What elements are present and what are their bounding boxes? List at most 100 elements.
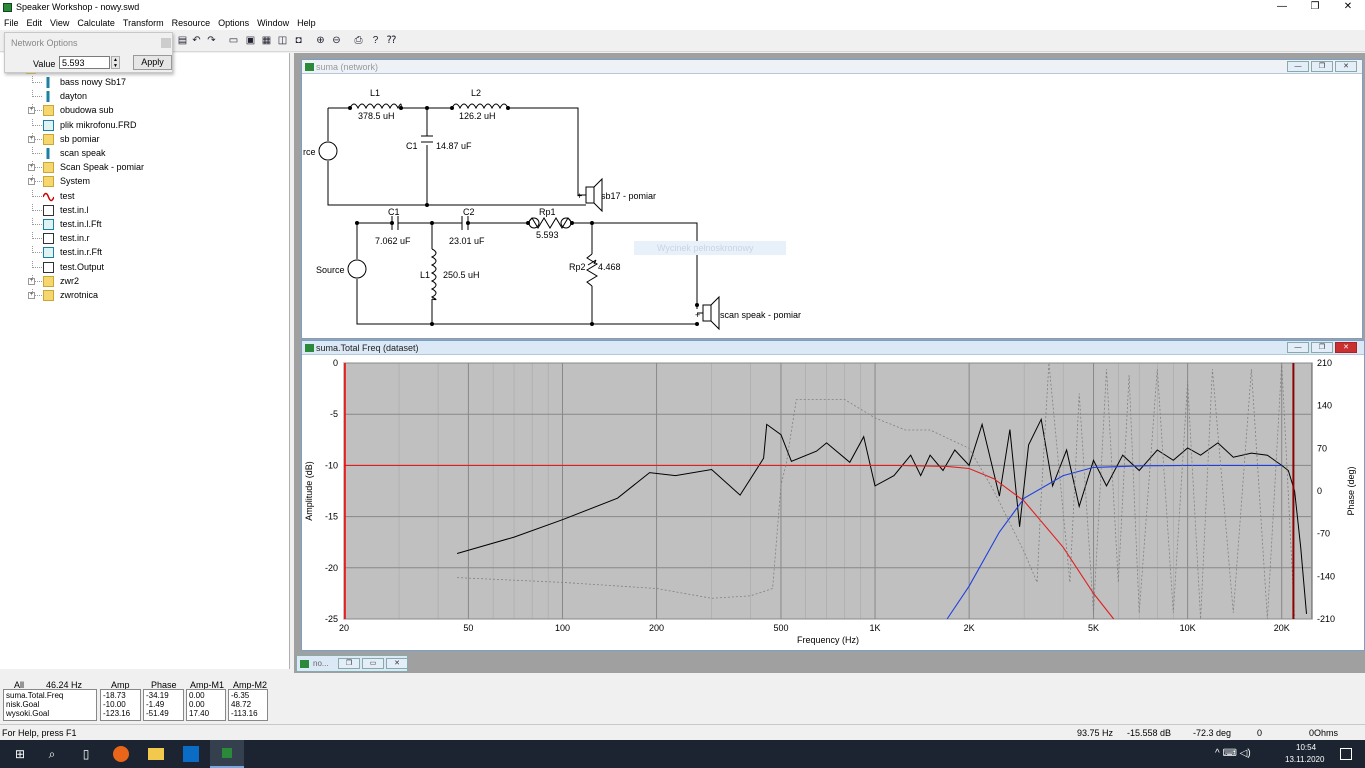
rp2-value: 4.468 xyxy=(598,262,621,272)
value-spinner[interactable]: ▲ ▼ xyxy=(111,56,120,69)
maximize-button[interactable]: ❐ xyxy=(1300,0,1330,15)
tree-item[interactable]: + zwr2 xyxy=(0,274,290,289)
open-icon[interactable]: ▭ xyxy=(227,34,240,47)
y-tick-label: -15 xyxy=(325,512,338,522)
tree-item[interactable]: test.in.l.Fft xyxy=(0,218,290,232)
tree-connector xyxy=(32,189,42,197)
firefox-icon[interactable] xyxy=(113,746,129,762)
minimized-window[interactable]: no... ❐ ▭ ✕ xyxy=(296,655,408,672)
menu-window[interactable]: Window xyxy=(253,16,293,30)
l1-top-value: 378.5 uH xyxy=(358,111,395,121)
undo-icon[interactable]: ↶ xyxy=(190,34,203,47)
tree-item[interactable]: test.Output xyxy=(0,260,290,275)
x-tick-label: 100 xyxy=(555,623,570,633)
network-minimize-button[interactable]: — xyxy=(1287,61,1309,72)
windows-start-icon[interactable]: ⊞ xyxy=(12,746,28,762)
frequency-window[interactable]: suma.Total Freq (dataset) — ❐ ✕ 20 50 100 2… xyxy=(301,340,1365,651)
readout-value: -18.73 xyxy=(103,691,126,700)
value-input[interactable] xyxy=(59,56,110,69)
menu-view[interactable]: View xyxy=(46,16,73,30)
expand-toggle[interactable]: + xyxy=(28,164,35,172)
expand-toggle[interactable]: + xyxy=(28,292,35,299)
y2-tick-label: 70 xyxy=(1317,443,1327,453)
clock-time[interactable]: 10:54 xyxy=(1296,743,1316,752)
freq-close-button[interactable]: ✕ xyxy=(1335,342,1357,353)
menu-resource[interactable]: Resource xyxy=(168,16,215,30)
tree-item[interactable]: + Scan Speak - pomiar xyxy=(0,161,290,175)
apply-button[interactable]: Apply xyxy=(133,55,172,70)
network-window[interactable]: suma (network) — ❐ ✕ L1 378.5 uH L2 126.… xyxy=(301,59,1363,339)
minimized-close-button[interactable]: ✕ xyxy=(386,658,408,669)
tree-item[interactable]: test xyxy=(0,189,290,204)
close-button[interactable]: ✕ xyxy=(1333,0,1363,15)
x-tick-label: 5K xyxy=(1088,623,1099,633)
file-explorer-icon[interactable] xyxy=(148,748,164,760)
minimize-button[interactable]: — xyxy=(1267,0,1297,15)
menu-transform[interactable]: Transform xyxy=(119,16,168,30)
tree-item-label: test.in.r.Fft xyxy=(60,247,103,258)
tree-item[interactable]: + System xyxy=(0,175,290,189)
tree-item[interactable]: plik mikrofonu.FRD xyxy=(0,118,290,133)
zoom-in-icon[interactable]: ⊕ xyxy=(314,34,327,47)
expand-toggle[interactable]: + xyxy=(28,135,35,143)
tree-item[interactable]: test.in.r xyxy=(0,232,290,246)
freq-restore-button[interactable]: ❐ xyxy=(1311,342,1333,353)
y2-tick-label: 0 xyxy=(1317,486,1322,496)
c2-bottom-value: 23.01 uF xyxy=(449,236,485,246)
tree-item[interactable]: bass nowy Sb17 xyxy=(0,76,290,90)
help-icon[interactable]: ? xyxy=(369,34,382,47)
tree-item[interactable]: scan speak xyxy=(0,147,290,161)
rp2-label: Rp2 xyxy=(569,262,586,272)
paste-icon[interactable]: ▤ xyxy=(176,34,189,47)
task-view-icon[interactable]: ▯ xyxy=(78,746,94,762)
driver-sb17-label: sb17 - pomiar xyxy=(601,191,656,201)
zoom-out-icon[interactable]: ⊖ xyxy=(330,34,343,47)
tree-connector xyxy=(32,76,42,83)
network-restore-button[interactable]: ❐ xyxy=(1311,61,1333,72)
window-icon[interactable]: ▣ xyxy=(244,34,257,47)
record-icon[interactable]: ◘ xyxy=(292,34,305,47)
minimized-restore-button[interactable]: ❐ xyxy=(338,658,360,669)
tree-item[interactable]: test.in.l xyxy=(0,203,290,218)
menu-calculate[interactable]: Calculate xyxy=(73,16,119,30)
copy-window-icon[interactable]: ◫ xyxy=(276,34,289,47)
tree-item[interactable]: dayton xyxy=(0,90,290,104)
clock-date[interactable]: 13.11.2020 xyxy=(1285,755,1324,764)
menu-options[interactable]: Options xyxy=(214,16,253,30)
system-tray-icons[interactable]: ^ ⌨ ◁) xyxy=(1215,748,1251,759)
tree-item[interactable]: test.in.r.Fft xyxy=(0,246,290,260)
tree-item[interactable]: + sb pomiar xyxy=(0,132,290,147)
menu-file[interactable]: File xyxy=(0,16,23,30)
context-help-icon[interactable]: ⁇ xyxy=(385,34,398,47)
redo-icon[interactable]: ↷ xyxy=(205,34,218,47)
chart-icon[interactable]: ▦ xyxy=(260,34,273,47)
status-bar: For Help, press F1 93.75 Hz -15.558 dB -… xyxy=(0,724,1365,740)
app-icon xyxy=(3,3,12,12)
minimized-window-icon xyxy=(300,660,309,668)
search-icon[interactable]: ⌕ xyxy=(44,746,60,762)
freq-minimize-button[interactable]: — xyxy=(1287,342,1309,353)
outlook-icon[interactable] xyxy=(183,746,199,762)
tree-item-label: test.in.l.Fft xyxy=(60,219,102,229)
expand-toggle[interactable]: + xyxy=(28,178,35,186)
speaker-workshop-task[interactable] xyxy=(210,740,244,768)
tree-connector xyxy=(32,260,42,268)
tree-connector xyxy=(32,118,42,126)
network-close-button[interactable]: ✕ xyxy=(1335,61,1357,72)
dialog-close-icon[interactable] xyxy=(161,38,171,48)
ghost-label: Wycinek pełnoskronowy xyxy=(657,243,754,253)
expand-toggle[interactable]: + xyxy=(28,107,35,115)
notifications-icon[interactable] xyxy=(1340,748,1352,760)
rp1-value: 5.593 xyxy=(536,230,559,240)
tree-item[interactable]: + zwrotnica xyxy=(0,289,290,303)
tree-item[interactable]: + obudowa sub xyxy=(0,104,290,118)
print-icon[interactable]: ⎙ xyxy=(352,34,365,47)
readout-names: suma.Total.Freq nisk.Goal wysoki.Goal xyxy=(3,689,97,721)
speaker-icon xyxy=(43,77,54,88)
expand-toggle[interactable]: + xyxy=(28,277,35,285)
frequency-chart[interactable]: 20 50 100 200 500 1K 2K 5K 10K 20K 0 -5 -10 -15 -20 -25… xyxy=(302,356,1364,650)
minimized-maximize-button[interactable]: ▭ xyxy=(362,658,384,669)
readout-value: -113.16 xyxy=(231,709,258,718)
menu-help[interactable]: Help xyxy=(293,16,320,30)
menu-edit[interactable]: Edit xyxy=(23,16,47,30)
